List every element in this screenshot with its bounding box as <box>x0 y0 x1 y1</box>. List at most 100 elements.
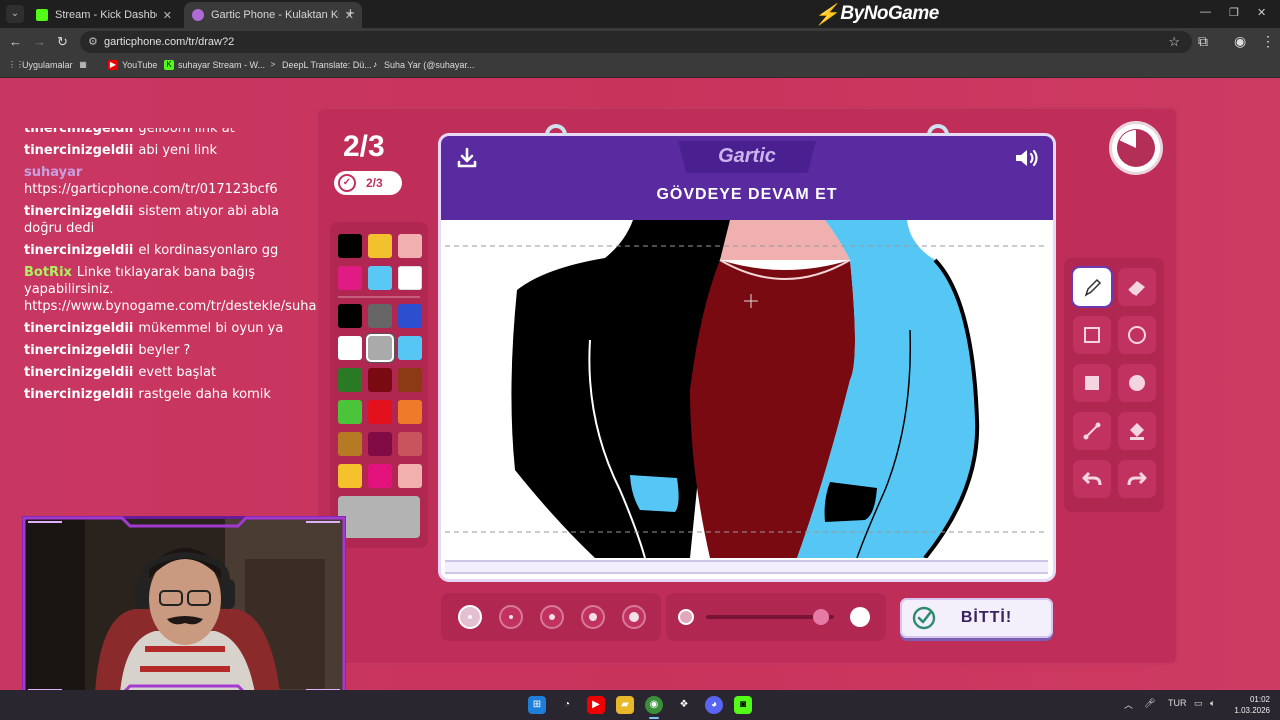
drawing-canvas[interactable] <box>445 220 1048 558</box>
forward-arrow-icon[interactable]: → <box>33 34 46 49</box>
tab-label: Stream - Kick Dashboard <box>55 9 157 21</box>
url-bar[interactable]: ⚙ garticphone.com/tr/draw?2 ☆ <box>80 31 1192 53</box>
windows-taskbar: ⊞ ◔ ▶ ▰ ◉ ❖ ◕ ◙ ︿ 🎤︎ TUR ▭ 🔈︎ 01:02 1.03… <box>0 690 1280 720</box>
brush-size-option[interactable] <box>540 605 564 629</box>
bookmark-kick[interactable]: Ksuhayar Stream - W... <box>164 60 265 70</box>
bookmark-tiktok[interactable]: ♪ Suha Yar (@suhayar... <box>370 60 474 70</box>
minimize-button[interactable]: — <box>1200 6 1211 18</box>
undo-tool-button[interactable] <box>1073 460 1111 498</box>
done-button[interactable]: BİTTİ! <box>900 598 1053 638</box>
color-swatch[interactable] <box>368 432 392 456</box>
color-swatch[interactable] <box>338 464 362 488</box>
system-clock[interactable]: 01:02 1.03.2026 <box>1230 694 1270 716</box>
color-swatch[interactable] <box>338 304 362 328</box>
chat-username[interactable]: tinercinizgeldii <box>24 343 133 358</box>
ellipse-filled-tool-button[interactable] <box>1118 364 1156 402</box>
download-icon[interactable] <box>455 146 479 170</box>
color-swatch[interactable] <box>368 266 392 290</box>
kick-icon <box>36 9 48 21</box>
chat-username[interactable]: tinercinizgeldii <box>24 365 133 380</box>
rectangle-filled-tool-button[interactable] <box>1073 364 1111 402</box>
youtube-app-icon[interactable]: ▶ <box>587 696 605 714</box>
chat-username[interactable]: tinercinizgeldii <box>24 204 133 219</box>
back-arrow-icon[interactable]: ← <box>9 34 22 49</box>
menu-kebab-icon[interactable]: ⋮ <box>1261 33 1275 50</box>
bookmark-youtube[interactable]: ▶ YouTube <box>108 60 157 70</box>
volume-icon[interactable]: 🔈︎ <box>1210 698 1215 709</box>
chat-username[interactable]: tinercinizgeldii <box>24 143 133 158</box>
bookmark-star-icon[interactable]: ☆ <box>1168 34 1180 50</box>
bynogame-watermark: ⚡ ByNoGame <box>814 1 939 27</box>
color-swatch[interactable] <box>398 304 422 328</box>
chat-username[interactable]: tinercinizgeldii <box>24 128 133 136</box>
ellipse-outline-tool-button[interactable] <box>1118 316 1156 354</box>
color-swatch[interactable] <box>368 368 392 392</box>
redo-tool-button[interactable] <box>1118 460 1156 498</box>
opacity-knob[interactable] <box>813 609 830 625</box>
tray-chevron-icon[interactable]: ︿ <box>1124 698 1133 711</box>
network-app-icon[interactable]: ❖ <box>675 696 693 714</box>
color-swatch[interactable] <box>338 336 362 360</box>
url-text[interactable]: garticphone.com/tr/draw?2 <box>104 36 234 48</box>
tab-search-chevron-icon[interactable]: ⌄ <box>6 5 24 23</box>
bookmark-grid[interactable]: ▦ <box>78 60 92 70</box>
chat-username[interactable]: tinercinizgeldii <box>24 243 133 258</box>
bookmark-deepl[interactable]: > DeepL Translate: Dü... <box>268 60 372 70</box>
tab-gartic-phone[interactable]: Gartic Phone - Kulaktan Kulağa ✕ <box>184 2 362 28</box>
windows-start-icon[interactable]: ⊞ <box>528 696 546 714</box>
color-swatch[interactable] <box>368 400 392 424</box>
bookmark-apps[interactable]: ⋮⋮ Uygulamalar <box>8 60 73 70</box>
color-swatch[interactable] <box>398 368 422 392</box>
drawing-image <box>445 220 1048 558</box>
chat-username[interactable]: tinercinizgeldii <box>24 321 133 336</box>
restore-button[interactable]: ❐ <box>1229 6 1239 19</box>
done-players-pill: ✓ 2/3 <box>334 171 402 195</box>
color-swatch[interactable] <box>368 464 392 488</box>
chrome-icon[interactable]: ◉ <box>645 696 663 714</box>
color-swatch[interactable] <box>398 234 422 258</box>
kick-app-icon[interactable]: ◙ <box>734 696 752 714</box>
brush-size-option[interactable] <box>622 605 646 629</box>
site-info-icon[interactable]: ⚙ <box>88 35 98 48</box>
tab-kick-dashboard[interactable]: Stream - Kick Dashboard ✕ <box>28 2 180 28</box>
color-swatch[interactable] <box>368 234 392 258</box>
file-explorer-icon[interactable]: ▰ <box>616 696 634 714</box>
color-swatch[interactable] <box>398 464 422 488</box>
speedometer-icon[interactable]: ◔ <box>558 696 576 714</box>
chat-username[interactable]: tinercinizgeldii <box>24 387 133 402</box>
color-swatch[interactable] <box>338 432 362 456</box>
opacity-slider[interactable] <box>666 593 886 641</box>
color-swatch[interactable] <box>368 304 392 328</box>
color-swatch[interactable] <box>368 336 392 360</box>
color-swatch[interactable] <box>398 266 422 290</box>
color-swatch[interactable] <box>338 368 362 392</box>
line-tool-button[interactable] <box>1073 412 1111 450</box>
profile-icon[interactable]: ◉ <box>1234 33 1246 50</box>
brush-size-option[interactable] <box>499 605 523 629</box>
speaker-icon[interactable] <box>1013 146 1041 170</box>
chat-username[interactable]: BotRix <box>24 265 72 280</box>
color-swatch[interactable] <box>398 400 422 424</box>
color-swatch[interactable] <box>338 400 362 424</box>
eraser-tool-button[interactable] <box>1118 268 1156 306</box>
new-tab-button[interactable]: + <box>346 5 355 23</box>
brush-size-option[interactable] <box>458 605 482 629</box>
microphone-icon[interactable]: 🎤︎ <box>1144 698 1155 709</box>
close-icon[interactable]: ✕ <box>163 9 172 22</box>
display-icon[interactable]: ▭ <box>1194 698 1203 709</box>
close-window-button[interactable]: ✕ <box>1257 6 1266 19</box>
rectangle-outline-tool-button[interactable] <box>1073 316 1111 354</box>
reload-icon[interactable]: ↻ <box>57 34 68 50</box>
fill-bucket-tool-button[interactable] <box>1118 412 1156 450</box>
bookmarks-bar: ⋮⋮ Uygulamalar ▦ ▶ YouTube Ksuhayar Stream… <box>0 56 1280 78</box>
color-swatch[interactable] <box>338 234 362 258</box>
color-swatch[interactable] <box>398 432 422 456</box>
pencil-tool-button[interactable] <box>1073 268 1111 306</box>
color-swatch[interactable] <box>338 266 362 290</box>
color-swatch[interactable] <box>398 336 422 360</box>
brush-size-option[interactable] <box>581 605 605 629</box>
input-language[interactable]: TUR <box>1168 698 1187 708</box>
discord-icon[interactable]: ◕ <box>705 696 723 714</box>
chat-username[interactable]: suhayar <box>24 165 82 180</box>
extensions-icon[interactable]: ⧉ <box>1198 33 1208 50</box>
